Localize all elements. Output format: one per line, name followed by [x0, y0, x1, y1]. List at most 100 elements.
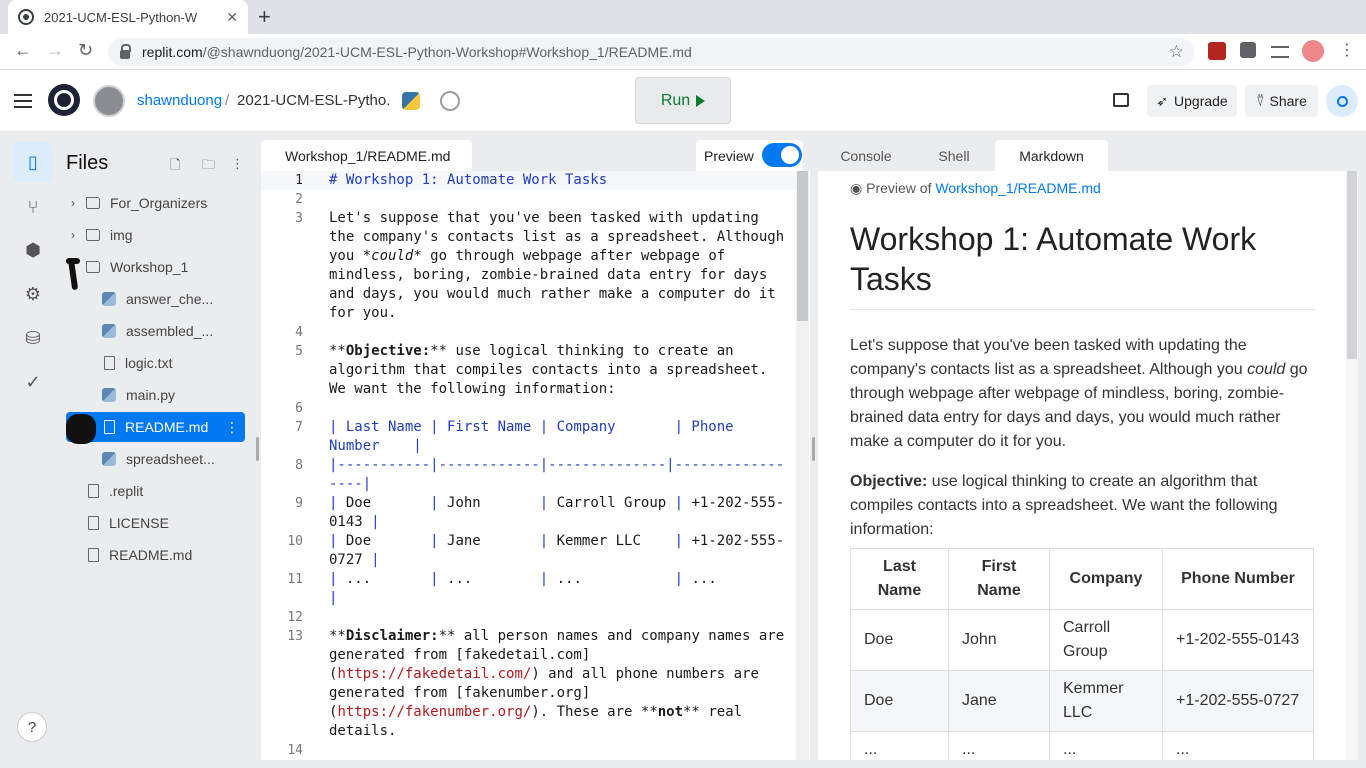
- python-file-icon: [102, 452, 116, 466]
- line-number: 10: [287, 534, 303, 549]
- preview-scrollbar[interactable]: [1346, 171, 1358, 760]
- version-control-icon[interactable]: ⑂: [13, 187, 53, 227]
- upgrade-button[interactable]: ➶ Upgrade: [1147, 85, 1237, 117]
- replit-favicon-icon: [18, 9, 34, 25]
- bookmark-star-icon[interactable]: ☆: [1169, 42, 1184, 62]
- line-number: 6: [295, 401, 303, 416]
- tree-item-label: Workshop_1: [110, 259, 189, 275]
- new-tab-button[interactable]: +: [258, 4, 271, 30]
- rocket-icon: ➶: [1156, 92, 1169, 109]
- editor-scrollbar-thumb[interactable]: [797, 171, 808, 321]
- python-language-icon: [402, 92, 420, 110]
- table-row: Doe John Carroll Group +1-202-555-0143: [850, 609, 1314, 671]
- file-icon: [104, 420, 115, 434]
- share-button[interactable]: ⍢ Share: [1245, 85, 1318, 117]
- editor-tab-readme[interactable]: Workshop_1/README.md: [261, 140, 472, 171]
- tree-item-main-py[interactable]: main.py: [66, 380, 245, 410]
- help-button[interactable]: ?: [17, 712, 47, 742]
- search-button[interactable]: [1326, 85, 1358, 117]
- tab-markdown[interactable]: Markdown: [995, 140, 1108, 171]
- preview-of-line: ◉ Preview of Workshop_1/README.md: [850, 180, 1101, 197]
- media-control-icon[interactable]: [1271, 46, 1289, 58]
- database-icon[interactable]: ⛁: [13, 318, 53, 358]
- files-menu-icon[interactable]: ⋮: [231, 156, 244, 172]
- tree-item-assembled[interactable]: assembled_...: [66, 316, 245, 346]
- code-area[interactable]: 1 # Workshop 1: Automate Work Tasks 2 3 …: [261, 171, 796, 760]
- add-user-icon: ⍢: [1256, 92, 1265, 109]
- tree-item-for-organizers[interactable]: › For_Organizers: [66, 188, 245, 218]
- tree-item-license[interactable]: LICENSE: [66, 508, 245, 538]
- browser-tab-title: 2021-UCM-ESL-Python-W: [44, 9, 198, 25]
- tree-item-logic-txt[interactable]: logic.txt: [66, 348, 245, 378]
- table-cell: ...: [948, 731, 1050, 760]
- run-button[interactable]: Run: [635, 77, 731, 124]
- new-file-icon[interactable]: 🗋: [170, 156, 180, 178]
- history-icon[interactable]: [440, 91, 460, 111]
- markdown-heading: Workshop 1: Automate Work Tasks: [850, 219, 1315, 310]
- extensions-puzzle-icon[interactable]: [1240, 42, 1256, 58]
- line-number: 14: [287, 743, 303, 758]
- line-number: 4: [295, 325, 303, 340]
- tree-item-label: img: [110, 227, 133, 243]
- chat-icon[interactable]: [1113, 93, 1129, 107]
- tool-rail: ▯ ⑂ ⬢ ⚙ ⛁ ✓: [0, 132, 56, 768]
- new-folder-icon[interactable]: 🗀: [202, 156, 215, 178]
- python-file-icon: [102, 324, 116, 338]
- eye-icon: ◉: [850, 180, 863, 196]
- tree-item-img[interactable]: › img: [66, 220, 245, 250]
- back-button[interactable]: ←: [14, 40, 32, 61]
- line-number: 13: [287, 629, 303, 644]
- address-bar[interactable]: replit.com/@shawnduong/2021-UCM-ESL-Pyth…: [108, 38, 1194, 66]
- tree-item-label: .replit: [109, 483, 144, 499]
- preview-label: Preview: [704, 147, 754, 164]
- tree-item-workshop-1[interactable]: ⌄ Workshop_1: [66, 252, 245, 282]
- tree-item-replit[interactable]: .replit: [66, 476, 245, 506]
- browser-tab-strip: 2021-UCM-ESL-Python-W ✕ +: [0, 0, 1366, 34]
- code-line: 1 # Workshop 1: Automate Work Tasks: [261, 171, 796, 190]
- python-file-icon: [102, 388, 116, 402]
- checkmark-icon[interactable]: ✓: [13, 362, 53, 402]
- close-tab-icon[interactable]: ✕: [226, 9, 238, 26]
- files-tool-icon[interactable]: ▯: [13, 142, 53, 182]
- editor-tab-bar: Workshop_1/README.md Preview: [261, 140, 810, 171]
- preview-file-link[interactable]: Workshop_1/README.md: [935, 180, 1100, 196]
- line-number: 2: [295, 192, 303, 207]
- tree-item-label: assembled_...: [126, 323, 214, 339]
- editor-tab-label: Workshop_1/README.md: [285, 147, 451, 164]
- scribble-mark-1-top: [66, 258, 80, 264]
- editor-resize-handle[interactable]: [812, 437, 815, 461]
- project-name[interactable]: 2021-UCM-ESL-Pytho...: [237, 92, 389, 109]
- replit-logo[interactable]: [48, 84, 80, 116]
- preview-toggle[interactable]: [762, 143, 802, 167]
- chrome-menu-icon[interactable]: ⋮: [1339, 40, 1355, 60]
- preview-scrollbar-thumb[interactable]: [1347, 171, 1357, 359]
- ublock-extension-icon[interactable]: [1208, 42, 1226, 60]
- tree-item-answer-checker[interactable]: answer_che...: [66, 284, 245, 314]
- files-title: Files: [66, 152, 109, 174]
- profile-avatar-icon[interactable]: [1302, 40, 1324, 62]
- reload-button[interactable]: ↻: [78, 40, 93, 61]
- forward-button[interactable]: →: [46, 40, 64, 61]
- packages-icon[interactable]: ⬢: [13, 230, 53, 270]
- files-resize-handle[interactable]: [256, 437, 259, 461]
- user-avatar[interactable]: [93, 85, 125, 117]
- tab-shell[interactable]: Shell: [914, 140, 994, 171]
- folder-icon: [86, 229, 100, 241]
- tree-item-label: logic.txt: [125, 355, 173, 371]
- table-header: Last Name: [850, 548, 949, 610]
- table-cell: John: [948, 609, 1050, 671]
- hamburger-menu-icon[interactable]: [14, 94, 32, 108]
- settings-gear-icon[interactable]: ⚙: [13, 274, 53, 314]
- editor-scrollbar[interactable]: [796, 171, 809, 760]
- url-text: replit.com/@shawnduong/2021-UCM-ESL-Pyth…: [142, 44, 692, 60]
- tree-item-label: For_Organizers: [110, 195, 208, 211]
- browser-tab[interactable]: 2021-UCM-ESL-Python-W ✕: [8, 0, 248, 34]
- table-header-row: Last Name First Name Company Phone Numbe…: [850, 548, 1314, 610]
- tree-item-spreadsheet[interactable]: spreadsheet...: [66, 444, 245, 474]
- table-cell: Doe: [850, 609, 949, 671]
- tab-console[interactable]: Console: [818, 140, 914, 171]
- table-header: First Name: [948, 548, 1050, 610]
- tree-item-readme-root[interactable]: README.md: [66, 540, 245, 570]
- item-menu-icon[interactable]: ⋮: [225, 419, 239, 436]
- username-link[interactable]: shawnduong: [137, 92, 222, 109]
